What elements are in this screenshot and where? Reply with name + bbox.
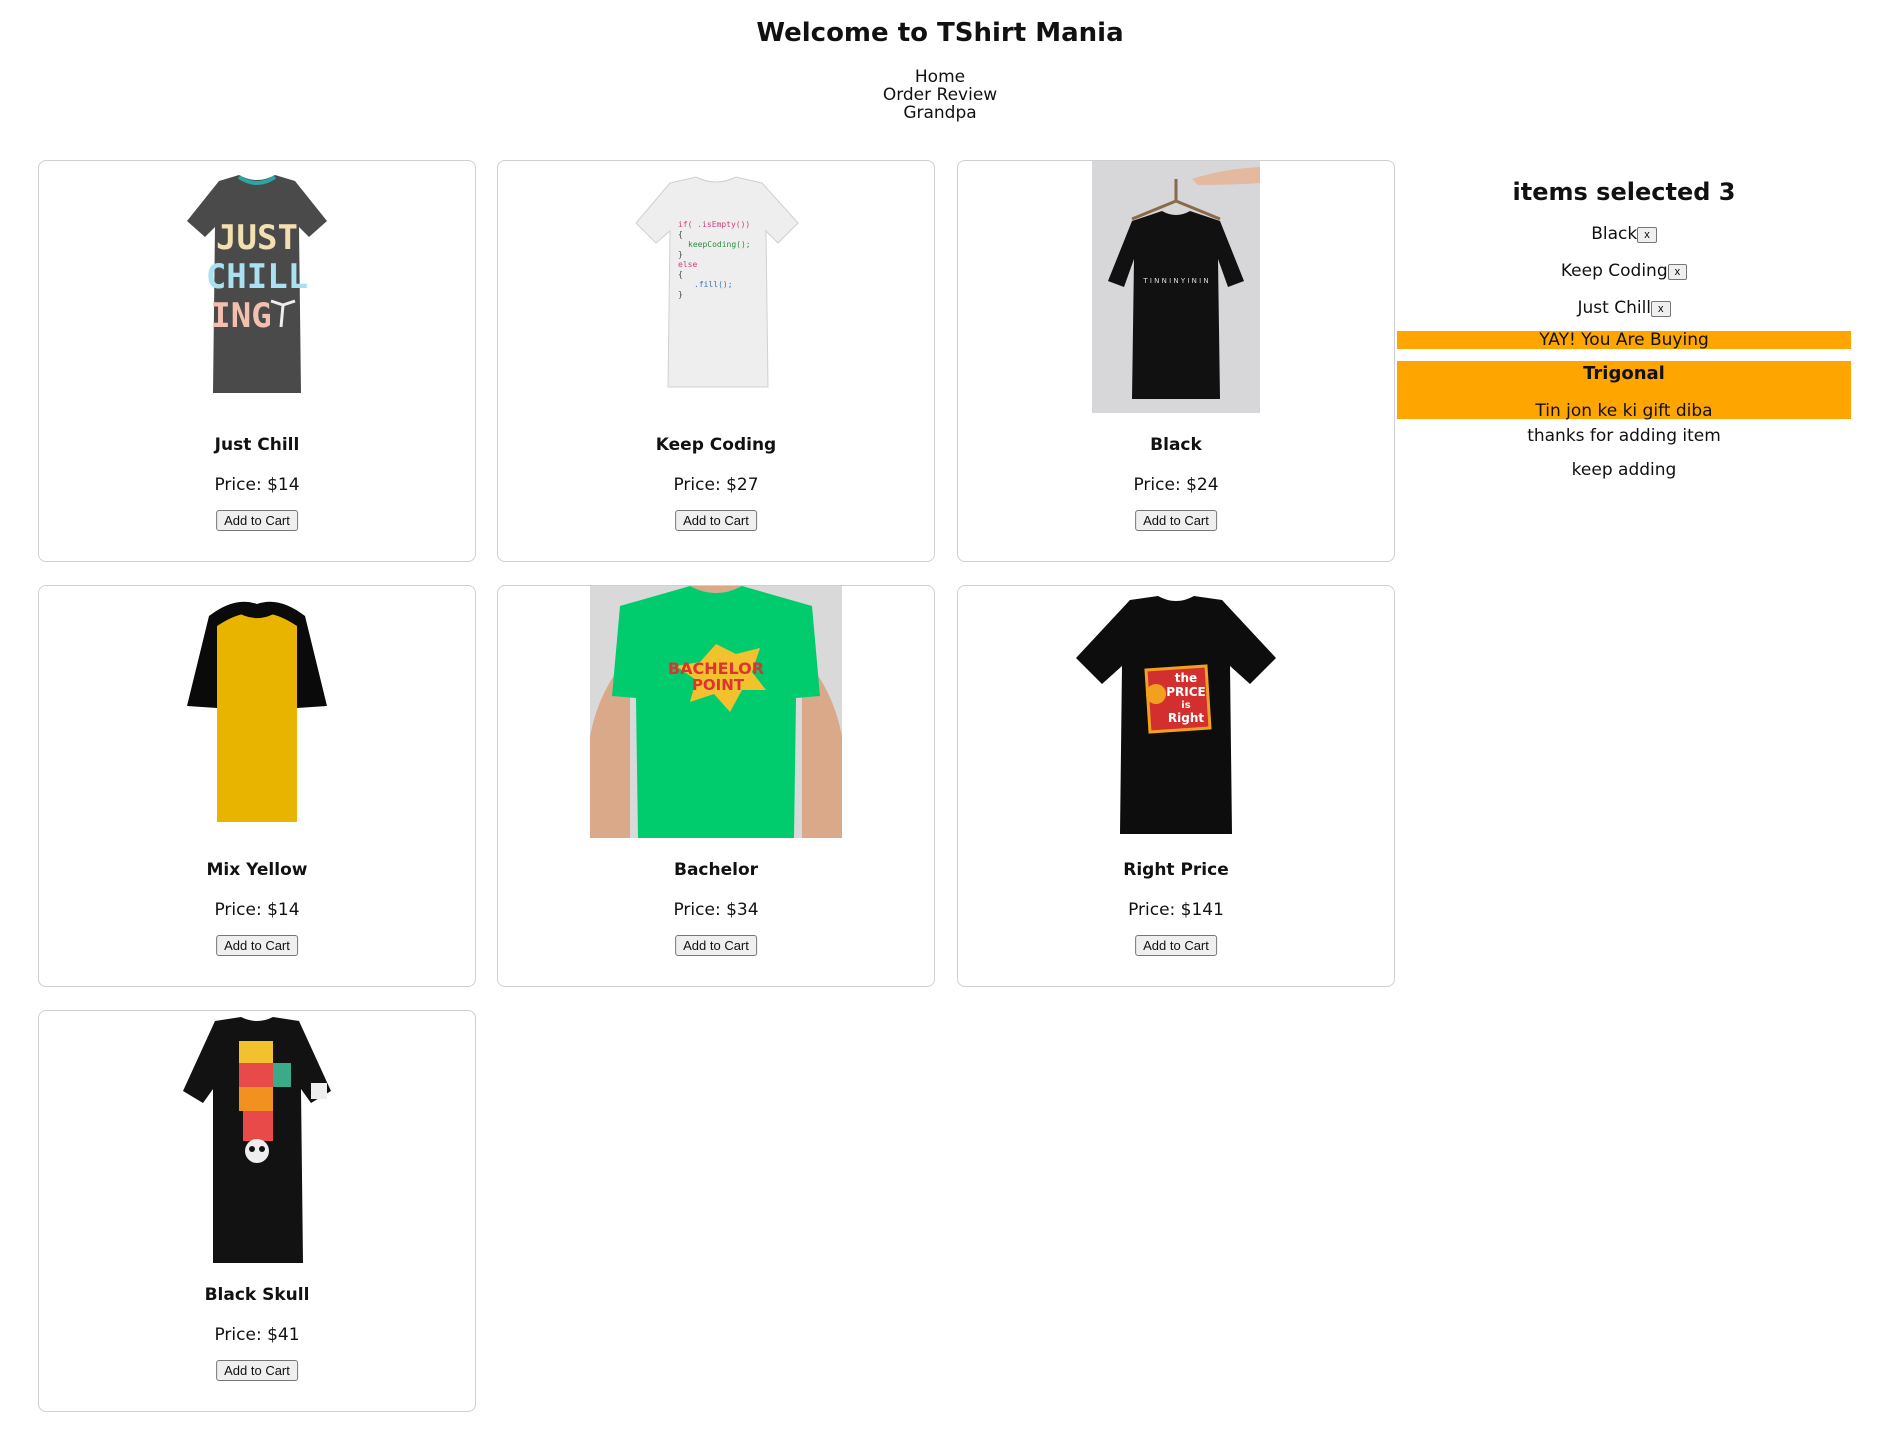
- buying-banner: YAY! You Are Buying: [1397, 331, 1851, 349]
- product-name: Black: [1150, 435, 1202, 455]
- add-to-cart-button[interactable]: Add to Cart: [675, 510, 757, 531]
- shirt-code-line-8: }: [678, 290, 683, 299]
- product-name: Just Chill: [214, 435, 300, 455]
- product-price: Price: $34: [673, 900, 759, 920]
- product-name: Black Skull: [204, 1285, 310, 1305]
- add-to-cart-button[interactable]: Add to Cart: [216, 1360, 298, 1381]
- cart-heading: items selected 3: [1512, 178, 1736, 206]
- shirt-code-line-7: .fill();: [694, 280, 733, 289]
- cart-item: Keep Coding x: [1397, 253, 1851, 290]
- product-price: Price: $14: [214, 475, 300, 495]
- gift-text: Tin jon ke ki gift diba: [1535, 401, 1713, 421]
- cart-item-name: Just Chill: [1577, 298, 1652, 318]
- main-nav: Home Order Review Grandpa: [0, 68, 1880, 122]
- shirt-code-line-4: }: [678, 250, 683, 259]
- product-price: Price: $24: [1133, 475, 1219, 495]
- product-card-mix-yellow: Mix Yellow Price: $14 Add to Cart: [38, 585, 476, 987]
- black-tshirt-price-is-right-image: the PRICE is Right: [1050, 586, 1302, 838]
- page-title: Welcome to TShirt Mania: [756, 18, 1124, 48]
- add-to-cart-button[interactable]: Add to Cart: [216, 935, 298, 956]
- shirt-text-price: PRICE: [1166, 685, 1206, 699]
- product-price: Price: $14: [214, 900, 300, 920]
- cart-item: Black x: [1397, 216, 1851, 253]
- product-price: Price: $27: [673, 475, 759, 495]
- product-name: Bachelor: [673, 860, 759, 880]
- product-card-bachelor: BACHELOR POINT Bachelor Price: $34 Add t…: [497, 585, 935, 987]
- shirt-text-just: JUST: [216, 218, 298, 258]
- shirt-text-the: the: [1175, 671, 1197, 685]
- shirt-code-line-6: {: [678, 270, 683, 279]
- shirt-code-line-2: {: [678, 230, 683, 239]
- product-card-just-chill: JUST CHILL ING Just Chill Price: $14 Add…: [38, 160, 476, 562]
- green-tshirt-bachelor-point-image: BACHELOR POINT: [590, 586, 842, 838]
- cart-item: Just Chill x: [1397, 290, 1851, 327]
- product-name: Keep Coding: [655, 435, 777, 455]
- svg-text:T I N N I N Y I N I N: T I N N I N Y I N I N: [1142, 277, 1208, 285]
- nav-link-grandpa[interactable]: Grandpa: [0, 104, 1880, 122]
- remove-item-button[interactable]: x: [1651, 300, 1671, 317]
- page-header: Welcome to TShirt Mania Home Order Revie…: [0, 0, 1880, 122]
- add-to-cart-button[interactable]: Add to Cart: [1135, 935, 1217, 956]
- product-card-keep-coding: if( .isEmpty()) { keepCoding(); } else {…: [497, 160, 935, 562]
- cart-message: keep adding: [1571, 460, 1677, 480]
- product-price: Price: $141: [1128, 900, 1224, 920]
- shirt-text-ing: ING: [210, 296, 271, 336]
- cart-item-name: Black: [1591, 224, 1638, 244]
- black-tshirt-on-hanger-image: T I N N I N Y I N I N: [1092, 161, 1260, 413]
- shirt-code-line-1: if( .isEmpty()): [678, 220, 750, 229]
- product-name: Right Price: [1123, 860, 1229, 880]
- shirt-text-chill: CHILL: [206, 257, 308, 297]
- product-name: Mix Yellow: [206, 860, 308, 880]
- cart-message: thanks for adding item: [1527, 426, 1721, 446]
- black-tshirt-skull-graphic-image: [131, 1011, 383, 1263]
- product-card-black: T I N N I N Y I N I N Black Price: $24 A…: [957, 160, 1395, 562]
- shirt-text-right: Right: [1168, 711, 1204, 725]
- add-to-cart-button[interactable]: Add to Cart: [216, 510, 298, 531]
- product-card-right-price: the PRICE is Right Right Price Price: $1…: [957, 585, 1395, 987]
- shirt-text-is: is: [1181, 700, 1190, 711]
- cart-item-name: Keep Coding: [1560, 261, 1668, 281]
- cart-summary: items selected 3 Black x Keep Coding x Jus…: [1397, 160, 1851, 487]
- add-to-cart-button[interactable]: Add to Cart: [1135, 510, 1217, 531]
- product-price: Price: $41: [214, 1325, 300, 1345]
- yellow-raglan-tshirt-image: [131, 586, 383, 838]
- remove-item-button[interactable]: x: [1637, 226, 1657, 243]
- gray-tshirt-just-chilling-image: JUST CHILL ING: [131, 161, 383, 413]
- remove-item-button[interactable]: x: [1667, 263, 1688, 280]
- white-tshirt-code-image: if( .isEmpty()) { keepCoding(); } else {…: [590, 161, 842, 413]
- shirt-code-line-5: else: [678, 260, 697, 269]
- product-card-black-skull: Black Skull Price: $41 Add to Cart: [38, 1010, 476, 1412]
- gift-title: Trigonal: [1583, 363, 1665, 384]
- gift-box: Trigonal Tin jon ke ki gift diba: [1397, 361, 1851, 421]
- nav-link-home[interactable]: Home: [0, 68, 1880, 86]
- nav-link-order-review[interactable]: Order Review: [0, 86, 1880, 104]
- shirt-text-point: POINT: [692, 676, 745, 694]
- shirt-code-line-3: keepCoding();: [688, 240, 751, 249]
- add-to-cart-button[interactable]: Add to Cart: [675, 935, 757, 956]
